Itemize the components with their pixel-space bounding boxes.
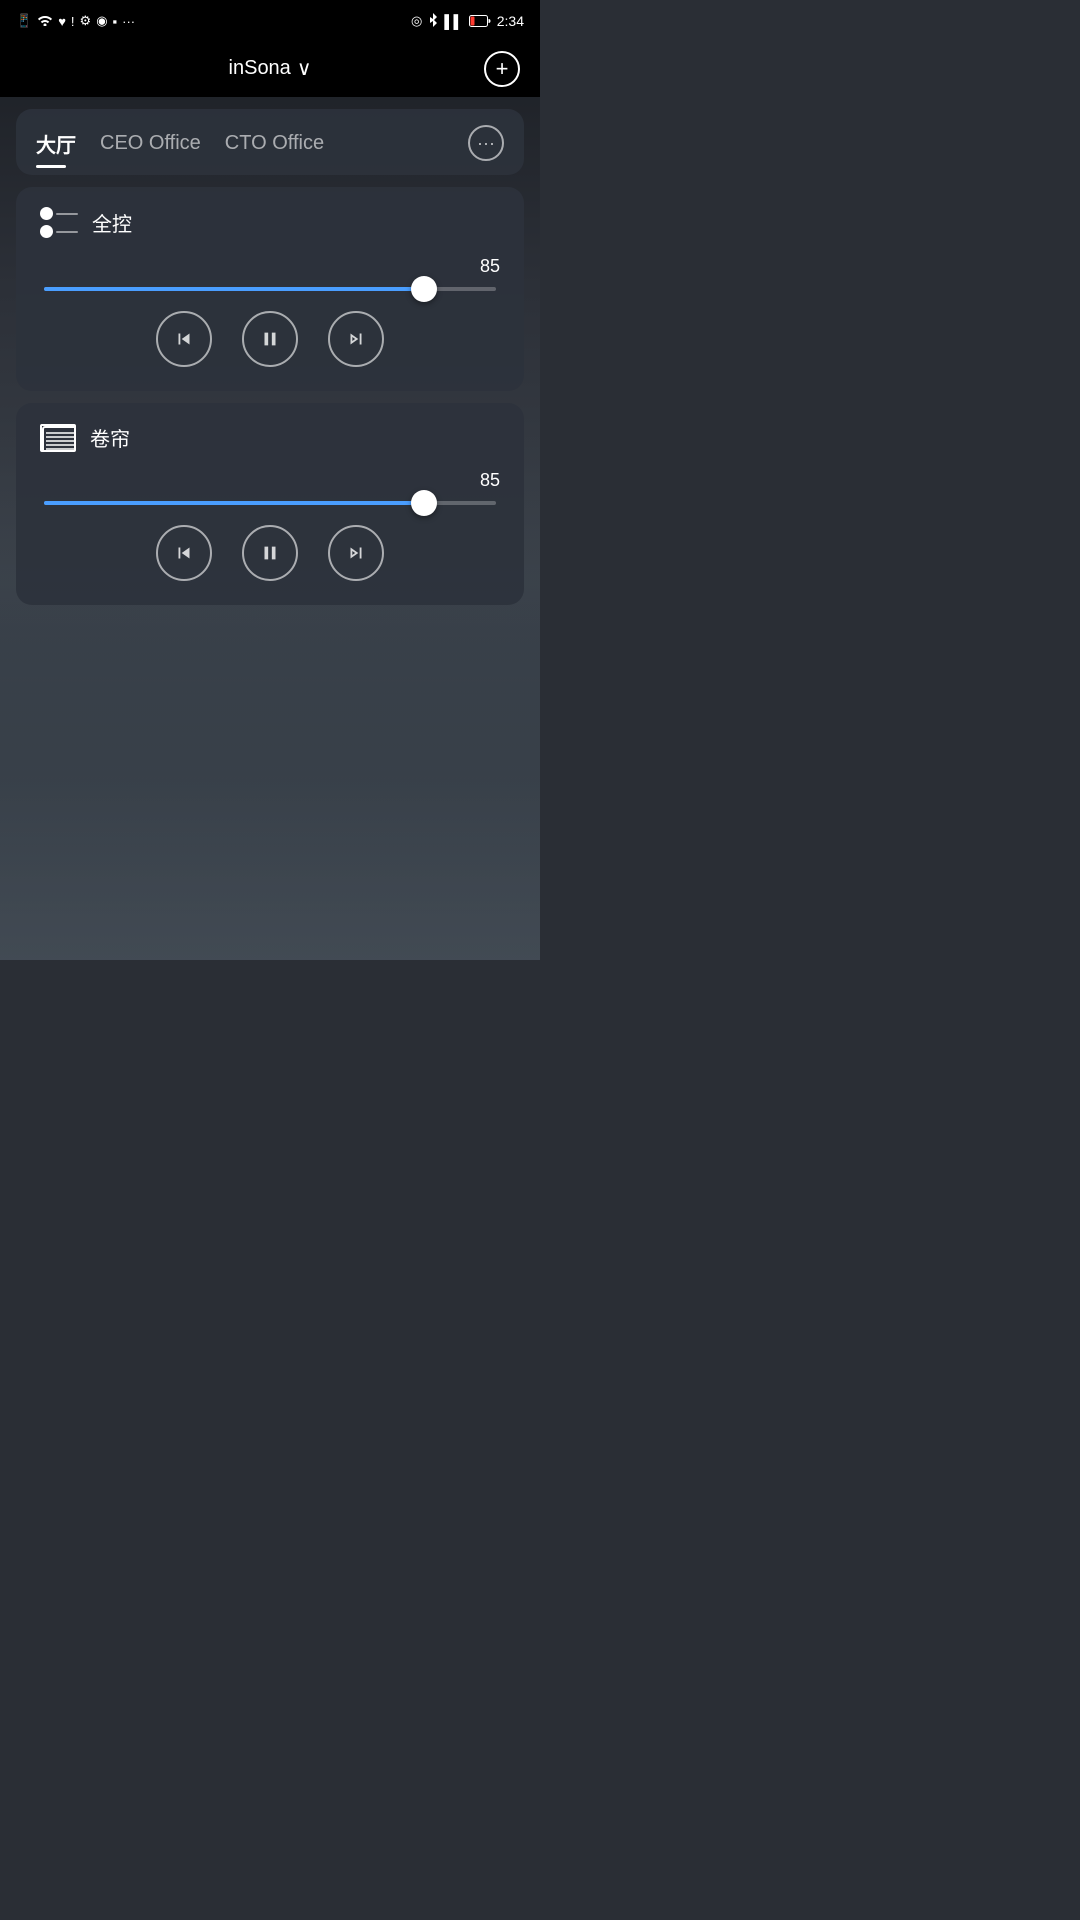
prev-icon [173, 328, 195, 350]
prev-icon-2 [173, 542, 195, 564]
toggle-icon [40, 207, 78, 238]
quankong-header: 全控 [40, 207, 500, 238]
toggle-line [56, 213, 78, 215]
quankong-title: 全控 [92, 208, 132, 237]
eye-icon: ◎ [411, 13, 422, 29]
quankong-media-controls [40, 311, 500, 367]
juanlian-card: 卷帘 85 [16, 403, 524, 605]
quankong-slider-fill [44, 287, 424, 291]
quankong-pause-button[interactable] [242, 311, 298, 367]
juanlian-media-controls [40, 525, 500, 581]
tab-ceo-office[interactable]: CEO Office [100, 132, 225, 155]
status-left-icons: 📱 ♥ ! ⚙ ◉ ▪ ··· [16, 13, 135, 29]
juanlian-slider-fill [44, 501, 424, 505]
chevron-down-icon: ∨ [297, 56, 312, 81]
next-icon [345, 328, 367, 350]
quankong-prev-button[interactable] [156, 311, 212, 367]
quankong-slider-value: 85 [40, 256, 500, 277]
quankong-card: 全控 85 [16, 187, 524, 391]
pause-icon [259, 328, 281, 350]
bottom-background [0, 580, 540, 960]
main-content: 大厅 CEO Office CTO Office ··· 全控 [0, 97, 540, 617]
app-icon-2: ◉ [96, 13, 107, 29]
juanlian-title: 卷帘 [90, 423, 130, 452]
juanlian-prev-button[interactable] [156, 525, 212, 581]
notification-icon: ! [71, 14, 75, 29]
app-name: inSona [229, 57, 291, 80]
status-right-icons: ◎ ▌▌ 2:34 [411, 13, 524, 30]
juanlian-slider-container: 85 [40, 470, 500, 505]
wifi-icon [37, 14, 53, 29]
top-bar: inSona ∨ + [0, 40, 540, 97]
toggle-row-top [40, 207, 78, 220]
juanlian-next-button[interactable] [328, 525, 384, 581]
ellipsis-icon: ··· [477, 133, 495, 154]
juanlian-slider-value: 85 [40, 470, 500, 491]
status-bar: 📱 ♥ ! ⚙ ◉ ▪ ··· ◎ ▌▌ 2:34 [0, 0, 540, 40]
toggle-circle-2 [40, 225, 53, 238]
blind-icon [40, 424, 76, 452]
toggle-circle [40, 207, 53, 220]
toggle-row-bottom [40, 225, 78, 238]
blind-svg [42, 426, 76, 452]
toggle-line-2 [56, 231, 78, 233]
plus-icon: + [496, 56, 509, 82]
tab-dating[interactable]: 大厅 [36, 129, 100, 158]
app-icon-1: ⚙ [80, 13, 92, 29]
next-icon-2 [345, 542, 367, 564]
more-dots-icon: ··· [122, 14, 135, 29]
juanlian-slider-thumb[interactable] [411, 490, 437, 516]
time-display: 2:34 [497, 13, 524, 29]
battery-icon [469, 15, 491, 27]
quankong-slider-track[interactable] [44, 287, 496, 291]
app-icon-3: ▪ [113, 14, 118, 29]
app-title-container[interactable]: inSona ∨ [229, 56, 312, 81]
bluetooth-icon [428, 13, 438, 30]
pause-icon-2 [259, 542, 281, 564]
vibrate-icon: ▌▌ [444, 14, 462, 29]
tabs-card: 大厅 CEO Office CTO Office ··· [16, 109, 524, 175]
sim-icon: 📱 [16, 13, 32, 29]
quankong-slider-container: 85 [40, 256, 500, 291]
quankong-next-button[interactable] [328, 311, 384, 367]
juanlian-pause-button[interactable] [242, 525, 298, 581]
add-button[interactable]: + [484, 51, 520, 87]
quankong-slider-thumb[interactable] [411, 276, 437, 302]
tab-more-button[interactable]: ··· [468, 125, 504, 161]
juanlian-header: 卷帘 [40, 423, 500, 452]
health-icon: ♥ [58, 14, 66, 29]
tab-cto-office[interactable]: CTO Office [225, 132, 348, 155]
juanlian-slider-track[interactable] [44, 501, 496, 505]
